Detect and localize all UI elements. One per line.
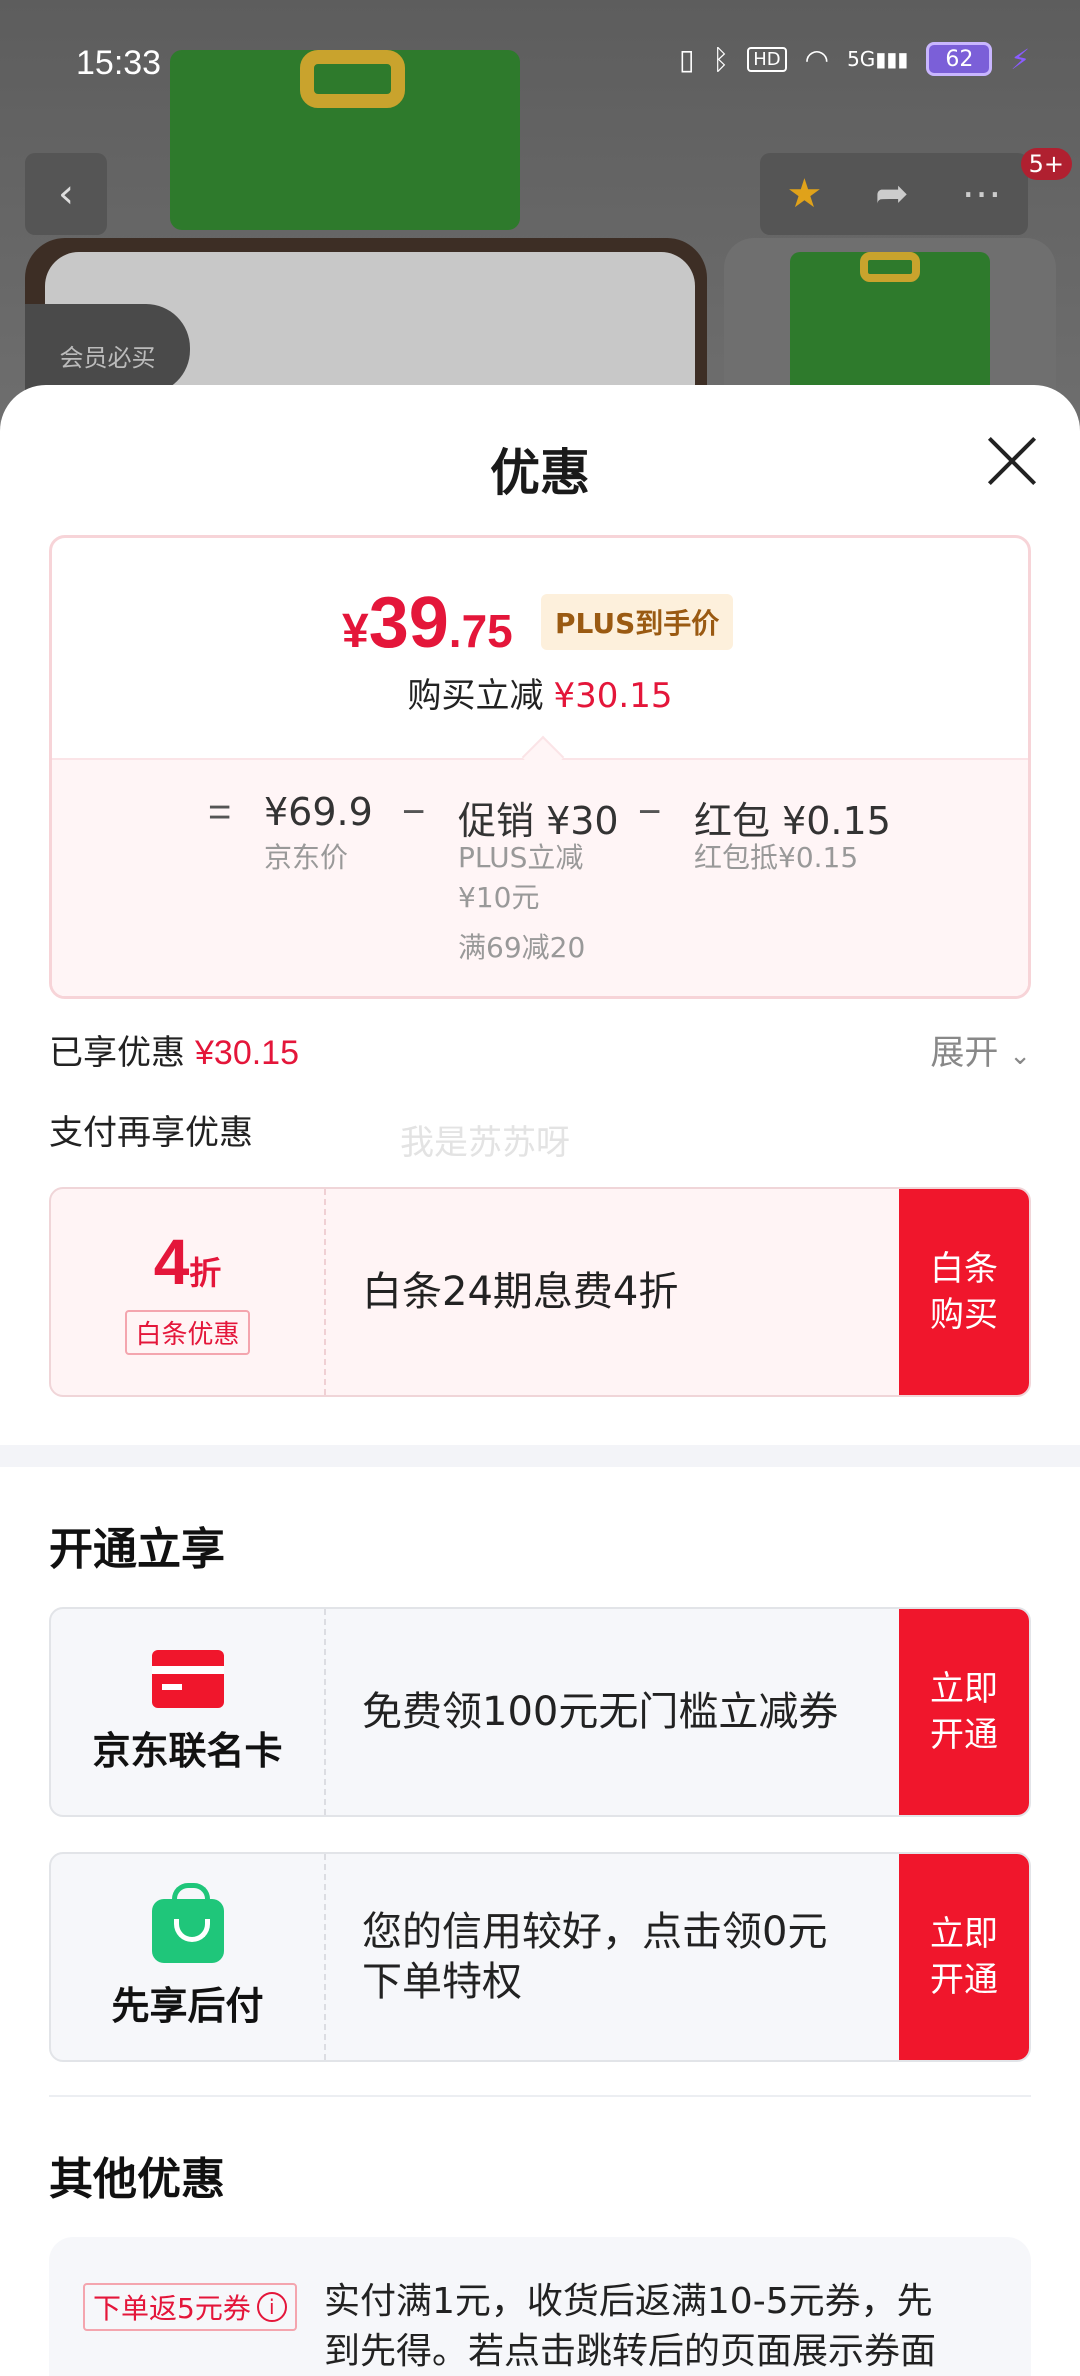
charging-icon: ⚡ [1010,42,1030,76]
status-time: 15:33 [76,44,162,82]
other-section-title: 其他优惠 [49,2154,225,2205]
jd-card-text: 免费领100元无门槛立减券 [362,1689,839,1735]
member-tag: 会员必买 [25,304,190,394]
info-icon[interactable]: i [256,2292,287,2322]
close-icon[interactable] [986,435,1038,487]
section-divider [0,1445,1080,1467]
other-offer-text: 实付满1元，收货后返满10-5元券，先 到先得。若点击跳转后的页面展示券面 [324,2281,937,2372]
jd-card-offer: 京东联名卡 免费领100元无门槛立减券 立即 开通 [49,1607,1031,1817]
jd-card-label: 京东联名卡 [92,1728,283,1773]
redpacket-amount: 红包 ¥0.15 [694,799,891,843]
pay-later-open-button[interactable]: 立即 开通 [899,1854,1029,2060]
vibrate-icon: ▯ [678,42,695,76]
price-breakdown-card: ¥ 39 .75 PLUS到手价 购买立减 ¥30.15 = ¥69.9 京东价 … [49,535,1031,999]
discount-value: 4折 [153,1226,222,1298]
purchase-reduction: 购买立减 ¥30.15 [407,676,673,716]
final-price: ¥ 39 .75 [342,583,513,663]
battery-icon: 62 [926,42,993,76]
pay-later-label: 先享后付 [111,1983,264,2028]
back-button[interactable]: ‹ [25,153,107,235]
rice-bag-handle [300,50,405,108]
baitiao-offer-card: 4折 白条优惠 白条24期息费4折 白条 购买 [49,1187,1031,1397]
chevron-left-icon: ‹ [58,171,74,217]
network-icon: 5G▮▮▮ [847,47,909,71]
message-count-badge: 5+ [1020,148,1072,180]
wifi-icon: ◠ [804,42,830,76]
bluetooth-icon: ᛒ [712,42,730,76]
discount-sheet: 优惠 ¥ 39 .75 PLUS到手价 购买立减 ¥30.15 = ¥69.9 京… [0,385,1080,2376]
share-icon[interactable]: ➦ [875,171,909,217]
thumbnail-rice-handle [860,252,920,282]
minus-sign: − [402,790,426,834]
baitiao-buy-button[interactable]: 白条 购买 [899,1189,1029,1395]
price-formula: = ¥69.9 京东价 − 促销 ¥30 PLUS立减 ¥10元 满69减20 … [52,758,1028,996]
hd-icon: HD [747,46,787,72]
credit-card-icon [151,1649,224,1708]
promo-plus-amount: ¥10元 [458,881,540,914]
open-section-title: 开通立享 [49,1524,225,1575]
status-icons: ▯ ᛒ HD ◠ 5G▮▮▮ 62 ⚡ [679,42,1030,76]
plus-price-tag: PLUS到手价 [541,594,734,650]
equals-sign: = [208,790,232,834]
baitiao-text: 白条24期息费4折 [362,1269,679,1315]
favorite-star-icon[interactable]: ★ [786,171,822,217]
jd-price: ¥69.9 [264,790,373,834]
shopping-bag-icon [151,1882,224,1963]
enjoyed-discount: 已享优惠 ¥30.15 [49,1033,299,1073]
return-coupon-tag: 下单返5元券 i [83,2283,297,2331]
status-bar: 15:33 ▯ ᛒ HD ◠ 5G▮▮▮ 62 ⚡ [0,0,1080,130]
pay-more-title: 支付再享优惠 [49,1113,253,1153]
more-icon[interactable]: ⋯ [962,171,1002,217]
jd-card-open-button[interactable]: 立即 开通 [899,1609,1029,1815]
top-actions: ★ ➦ ⋯ [760,153,1028,235]
chevron-down-icon: ⌄ [1009,1041,1031,1071]
baitiao-tag: 白条优惠 [125,1310,250,1355]
pay-later-text: 您的信用较好，点击领0元 下单特权 [362,1909,828,2005]
minus-sign: − [638,790,662,834]
divider-line [49,2095,1031,2097]
other-offer-card[interactable]: 下单返5元券 i 实付满1元，收货后返满10-5元券，先 到先得。若点击跳转后的页面… [49,2237,1031,2376]
promo-plus-reduction: PLUS立减 [458,841,584,874]
watermark: 我是苏苏呀 [400,1123,570,1163]
pay-later-offer: 先享后付 您的信用较好，点击领0元 下单特权 立即 开通 [49,1852,1031,2062]
redpacket-label: 红包抵¥0.15 [694,841,859,874]
expand-toggle[interactable]: 展开 ⌄ [930,1025,1031,1074]
promo-amount: 促销 ¥30 [458,799,619,843]
jd-price-label: 京东价 [264,841,349,874]
promo-full-reduction: 满69减20 [458,931,586,964]
sheet-title: 优惠 [490,444,590,502]
